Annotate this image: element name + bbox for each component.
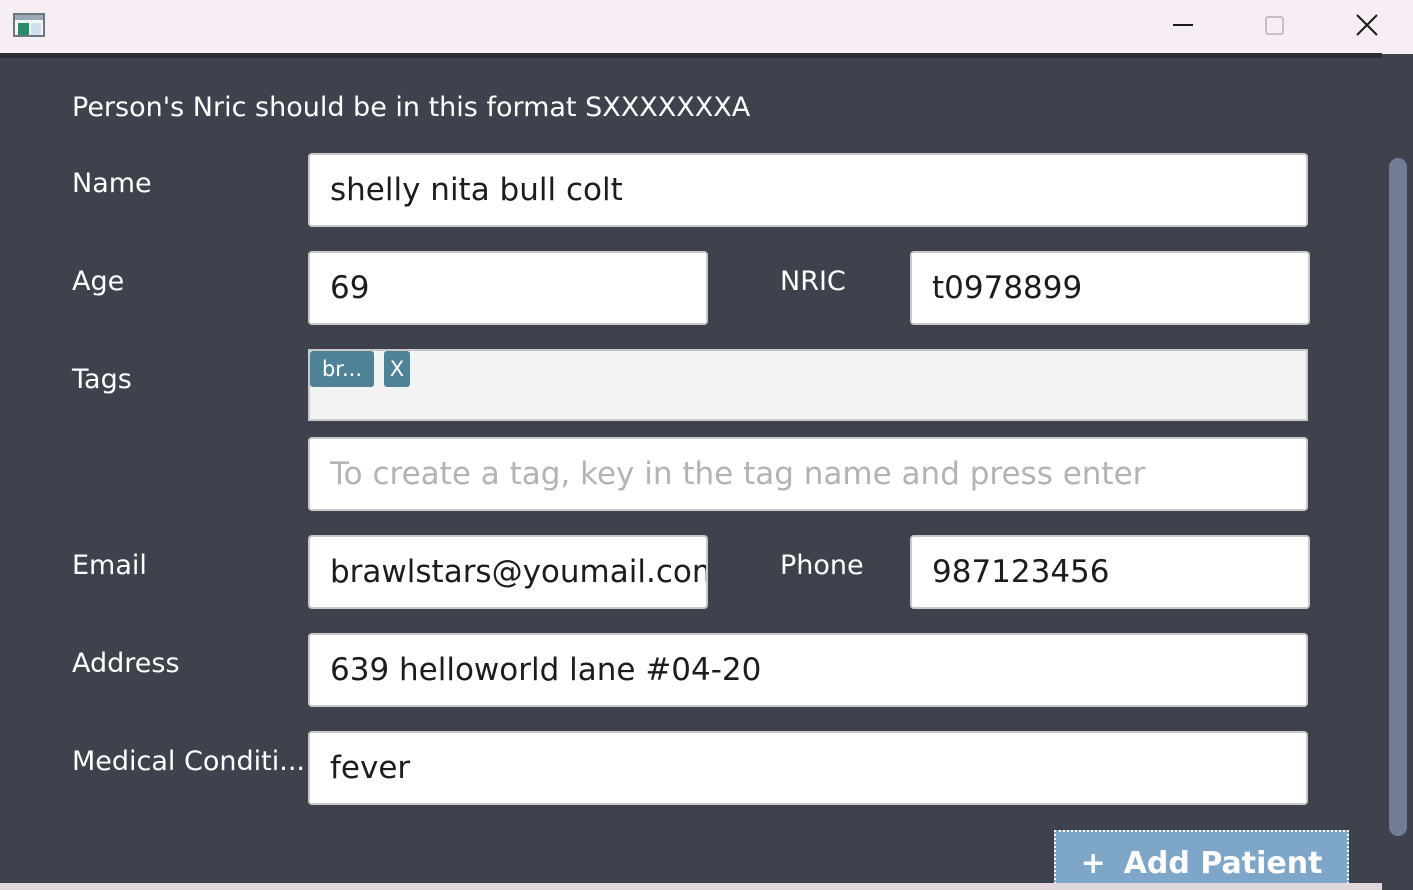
title-bar [0,0,1413,54]
phone-input[interactable]: 987123456 [910,535,1310,609]
close-button[interactable] [1321,0,1413,50]
scrollbar-thumb[interactable] [1389,158,1407,836]
app-window-icon [13,13,45,37]
phone-label: Phone [780,550,864,581]
email-label: Email [72,550,147,581]
add-patient-form: Person's Nric should be in this format S… [0,58,1382,883]
minimize-icon [1173,24,1193,26]
name-input[interactable]: shelly nita bull colt [308,153,1308,227]
tags-container: br... X [308,349,1308,421]
address-input[interactable]: 639 helloworld lane #04-20 [308,633,1308,707]
tag-chip: br... [310,351,374,387]
plus-icon: + [1080,846,1106,881]
tag-input[interactable]: To create a tag, key in the tag name and… [308,437,1308,511]
nric-label: NRIC [780,266,846,297]
nric-format-hint: Person's Nric should be in this format S… [72,92,751,123]
close-icon [1356,14,1378,36]
add-patient-label: Add Patient [1123,846,1323,881]
maximize-icon [1265,16,1284,35]
age-label: Age [72,266,125,297]
address-label: Address [72,648,180,679]
nric-input[interactable]: t0978899 [910,251,1310,325]
window-bottom-edge [0,883,1382,890]
medical-condition-input[interactable]: fever [308,731,1308,805]
age-input[interactable]: 69 [308,251,708,325]
add-patient-button[interactable]: + Add Patient [1054,830,1349,883]
minimize-button[interactable] [1137,0,1229,50]
tags-label: Tags [72,364,132,395]
medical-condition-label: Medical Conditi... [72,746,305,777]
name-label: Name [72,168,152,199]
email-input[interactable]: brawlstars@youmail.com [308,535,708,609]
tag-remove-button[interactable]: X [384,351,410,387]
maximize-button[interactable] [1228,0,1320,50]
